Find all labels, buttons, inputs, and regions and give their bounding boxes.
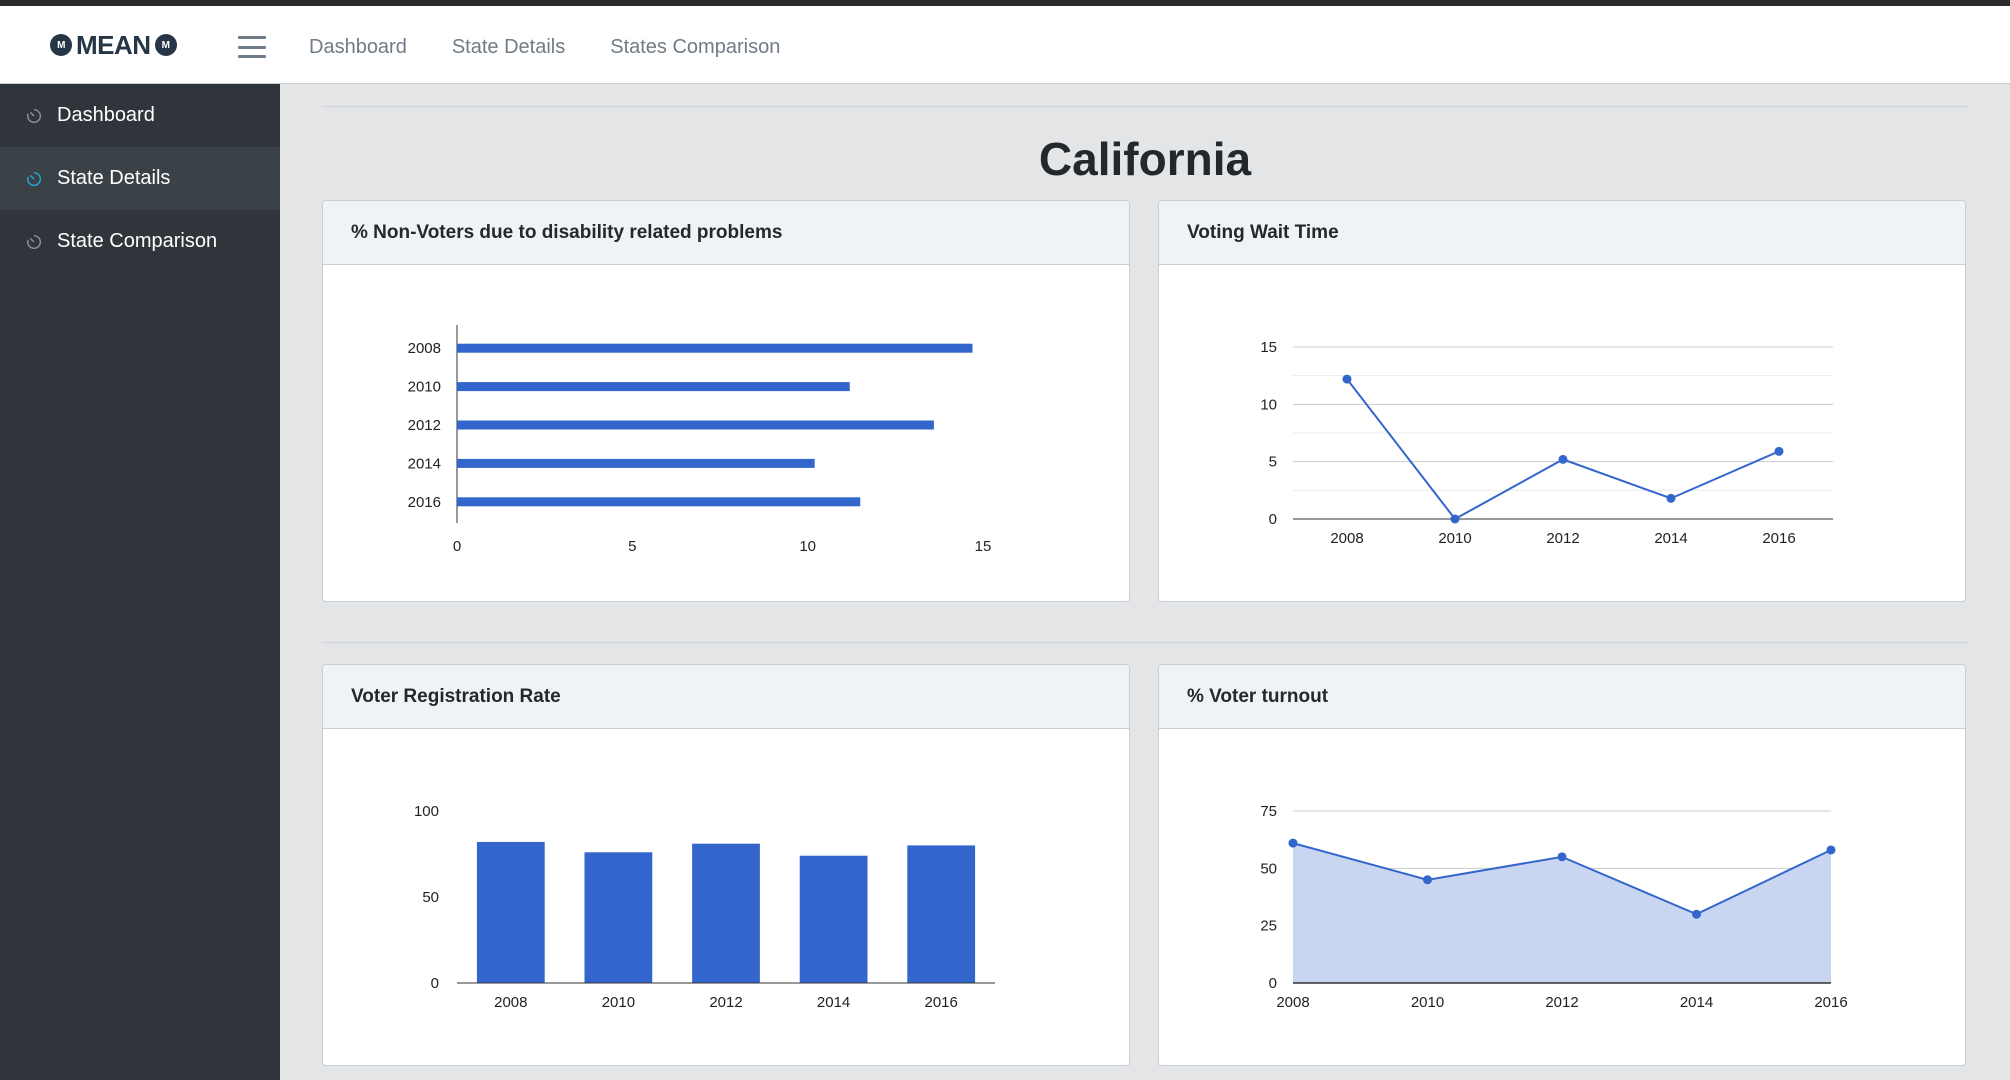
page-title: California [1038,133,1252,185]
nav-link-state-details[interactable]: State Details [452,36,565,59]
data-point [1692,909,1701,919]
divider [322,106,1968,107]
x-tick-label: 2014 [1680,994,1713,1011]
main-content: California % Non-Voters due to disabilit… [280,84,2010,1080]
x-tick-label: 2010 [1438,530,1471,547]
y-tick-label: 25 [1260,918,1277,935]
x-tick-label: 2008 [1330,530,1363,547]
brand-name: MEAN [76,29,151,60]
card-voter-turnout: % Voter turnout 0 25 50 75 2008 2010 2012 2014 2… [1158,664,1966,1066]
logo-medal-icon: M [50,34,72,56]
bar [457,458,815,468]
y-tick-label: 2014 [408,455,441,472]
sidebar-item-dashboard[interactable]: Dashboard [0,84,280,147]
y-tick-label: 0 [1269,975,1277,992]
y-tick-label: 2008 [408,340,441,357]
bar [692,843,760,983]
sidebar-item-state-details[interactable]: State Details [0,147,280,210]
y-tick-label: 0 [1269,511,1277,528]
x-tick-label: 10 [799,538,816,555]
sidebar-item-label: Dashboard [57,104,155,126]
top-nav-links: Dashboard State Details States Compariso… [309,36,780,59]
x-tick-label: 2016 [1814,994,1847,1011]
chart-registration: 2008 2010 2012 2014 2016 0 50 100 [414,803,995,1011]
data-point [1666,493,1676,503]
sidebar-item-label: State Comparison [57,230,218,252]
x-tick-label: 2012 [1546,530,1579,547]
chart-disability: 2008 2010 2012 2014 2016 0 5 10 15 [408,325,992,555]
sidebar-item-label: State Details [57,167,171,189]
bar [457,343,973,353]
x-tick-label: 2012 [1545,994,1578,1011]
sidebar: Dashboard State Details State Comparison [0,84,280,1080]
x-tick-label: 2008 [494,994,527,1011]
speedometer-icon [27,108,42,123]
sidebar-item-state-comparison[interactable]: State Comparison [0,210,280,273]
bar [799,855,868,983]
x-tick-label: 2014 [817,994,850,1011]
data-point [1288,838,1298,848]
y-tick-label: 100 [414,803,439,820]
y-tick-label: 50 [422,889,439,906]
data-point [1342,374,1352,384]
x-tick-label: 5 [628,538,636,555]
card-title: % Voter turnout [1159,665,1965,729]
menu-toggle-icon[interactable] [238,36,266,58]
x-tick-label: 2016 [1762,530,1795,547]
bar [457,497,861,507]
logo-medal-icon: M [154,34,177,56]
data-point [1557,852,1567,862]
x-tick-label: 2010 [602,994,635,1011]
nav-link-states-comparison[interactable]: States Comparison [610,36,780,59]
x-tick-label: 2014 [1654,530,1687,547]
y-tick-label: 10 [1260,396,1277,413]
speedometer-icon [27,171,42,186]
top-navbar: M MEAN M Dashboard State Details States … [0,6,2010,84]
y-tick-label: 15 [1260,339,1277,356]
bar [457,420,934,430]
y-tick-label: 2010 [408,379,441,396]
card-title: Voting Wait Time [1159,201,1965,265]
divider [322,642,1968,643]
y-tick-label: 50 [1260,860,1277,877]
x-tick-label: 15 [975,538,992,555]
bar [457,382,850,392]
y-tick-label: 5 [1269,454,1277,471]
y-tick-label: 2012 [408,417,441,434]
brand-logo[interactable]: M MEAN M [50,30,177,60]
chart-wait-time: 0 5 10 15 2008 2010 2012 2014 2016 [1260,339,1833,547]
nav-link-dashboard[interactable]: Dashboard [309,36,407,59]
data-point [1774,446,1784,456]
card-voting-wait-time: Voting Wait Time 0 5 10 15 2008 2010 2012 2014 2… [1158,200,1966,602]
card-title: Voter Registration Rate [323,665,1129,729]
x-tick-label: 2012 [709,994,742,1011]
y-tick-label: 75 [1260,803,1277,820]
data-point [1558,454,1568,464]
card-voter-registration: Voter Registration Rate 2008 2010 2012 2014… [322,664,1130,1066]
card-title: % Non-Voters due to disability related p… [323,201,1129,265]
bar [476,841,545,983]
data-point [1423,875,1432,885]
bar [584,852,653,983]
chart-turnout: 0 25 50 75 2008 2010 2012 2014 2016 [1260,803,1847,1011]
y-tick-label: 2016 [408,494,441,511]
data-point [1450,514,1460,524]
data-point [1826,845,1836,855]
x-tick-label: 2008 [1276,994,1309,1011]
speedometer-icon [27,234,42,249]
series-line [1346,378,1780,521]
x-tick-label: 2016 [925,994,958,1011]
y-tick-label: 0 [431,975,439,992]
card-disability-nonvoters: % Non-Voters due to disability related p… [322,200,1130,602]
x-tick-label: 0 [453,538,461,555]
bar [907,845,976,983]
x-tick-label: 2010 [1411,994,1444,1011]
